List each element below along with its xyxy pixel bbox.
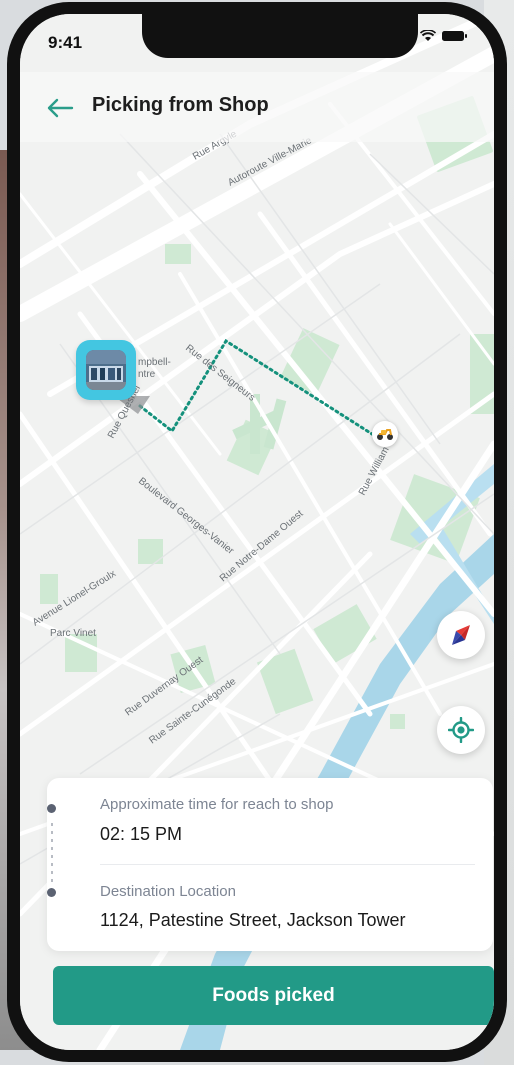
destination-value: 1124, Patestine Street, Jackson Tower [100,910,406,930]
route-dotted-line [51,823,53,883]
battery-icon [442,31,467,41]
delivery-scooter-marker[interactable] [372,421,398,447]
pickup-time-label: Approximate time for reach to shop [100,796,334,813]
phone-frame: Rue Argyle Autoroute Ville-Marie Rue des… [7,2,507,1062]
info-divider [100,864,475,865]
street-label: mpbell- [138,357,171,368]
foods-picked-button[interactable]: Foods picked [53,966,494,1025]
compass-button[interactable] [437,611,485,659]
wifi-icon [420,30,436,41]
status-time: 9:41 [48,33,83,52]
scooter-icon [377,429,393,440]
destination-label: Destination Location [100,883,236,900]
street-label: ntre [138,369,156,380]
arrow-left-icon [47,98,74,118]
my-location-button[interactable] [437,706,485,754]
destination-dot [47,888,56,897]
shop-marker[interactable] [76,340,136,400]
app-header: Picking from Shop [20,72,494,142]
compass-icon [452,625,470,645]
phone-notch [142,14,418,58]
crosshair-icon [448,717,474,743]
pickup-time-value: 02: 15 PM [100,824,183,844]
pickup-dot [47,804,56,813]
shop-image [86,350,126,390]
back-button[interactable] [42,90,78,126]
street-label: Parc Vinet [50,628,96,639]
app-screen: Rue Argyle Autoroute Ville-Marie Rue des… [20,14,494,1050]
page-title: Picking from Shop [92,94,269,116]
